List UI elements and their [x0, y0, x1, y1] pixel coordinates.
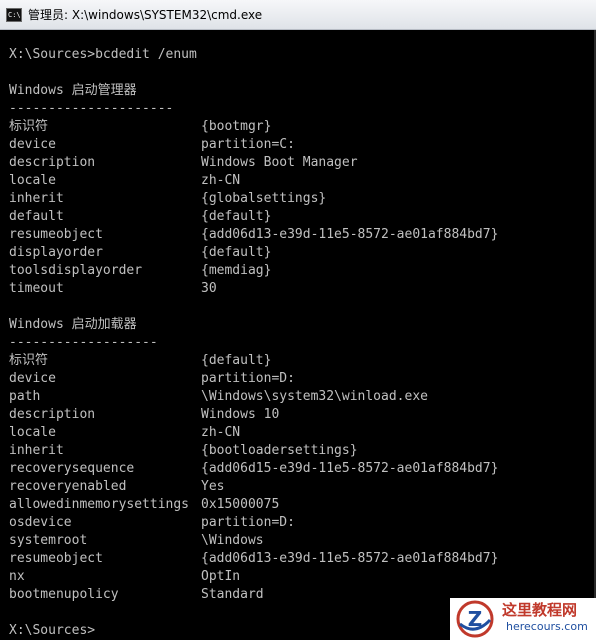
entry-key: recoveryenabled [9, 479, 127, 494]
cmd-icon: C:\ [6, 8, 22, 22]
bcd-entry-row: resumeobject {add06d13-e39d-11e5-8572-ae0… [9, 226, 498, 244]
entry-value: {default} [201, 353, 272, 368]
bcd-entry-row: osdevice partition=D: [9, 514, 295, 532]
entry-value: {add06d13-e39d-11e5-8572-ae01af884bd7} [201, 551, 499, 566]
entry-key: description [9, 155, 96, 170]
entry-key: path [9, 389, 41, 404]
watermark-logo-icon: Z [456, 600, 494, 638]
entry-key: resumeobject [9, 227, 103, 242]
command-line: X:\Sources>bcdedit /enum [9, 47, 197, 62]
entry-value: {bootmgr} [201, 119, 272, 134]
entry-value: {memdiag} [201, 263, 272, 278]
window-title: 管理员: X:\windows\SYSTEM32\cmd.exe [28, 8, 263, 22]
entry-key: bootmenupolicy [9, 587, 119, 602]
entry-key: recoverysequence [9, 461, 135, 476]
entry-key: allowedinmemorysettings [9, 497, 190, 512]
entry-value: partition=D: [201, 515, 295, 530]
entry-value: Windows Boot Manager [201, 155, 358, 170]
entry-key: default [9, 209, 64, 224]
entry-value: OptIn [201, 569, 241, 584]
entry-value: zh-CN [201, 173, 241, 188]
bcd-entry-row: inherit {bootloadersettings} [9, 442, 358, 460]
bcd-entry-row: inherit {globalsettings} [9, 190, 326, 208]
entry-value: 30 [201, 281, 217, 296]
console-output[interactable]: X:\Sources>bcdedit /enum Windows 启动管理器 -… [0, 30, 596, 640]
boot-loader-heading: Windows 启动加载器 [9, 317, 137, 332]
entry-value: {default} [201, 209, 272, 224]
boot-manager-heading: Windows 启动管理器 [9, 83, 137, 98]
bcd-entry-row: resumeobject {add06d13-e39d-11e5-8572-ae0… [9, 550, 498, 568]
bcd-entry-row: locale zh-CN [9, 424, 240, 442]
entry-value: {default} [201, 245, 272, 260]
watermark-url: herecours.com [506, 620, 588, 633]
entry-key: locale [9, 173, 56, 188]
entry-key: 标识符 [9, 119, 49, 134]
entry-value: {add06d15-e39d-11e5-8572-ae01af884bd7} [201, 461, 499, 476]
entry-key: locale [9, 425, 56, 440]
bcd-entry-row: path \Windows\system32\winload.exe [9, 388, 428, 406]
bcd-entry-row: 标识符 {bootmgr} [9, 118, 271, 136]
entry-key: inherit [9, 443, 64, 458]
bcd-entry-row: 标识符 {default} [9, 352, 271, 370]
bcd-entry-row: description Windows Boot Manager [9, 154, 358, 172]
bcd-entry-row: default {default} [9, 208, 271, 226]
entry-key: timeout [9, 281, 64, 296]
entry-key: toolsdisplayorder [9, 263, 143, 278]
entry-value: {globalsettings} [201, 191, 327, 206]
watermark: Z 这里教程网 herecours.com [450, 598, 596, 640]
entry-value: zh-CN [201, 425, 241, 440]
entry-value: 0x15000075 [201, 497, 280, 512]
entry-key: displayorder [9, 245, 103, 260]
entry-value: Standard [201, 587, 264, 602]
entry-key: osdevice [9, 515, 72, 530]
entry-key: 标识符 [9, 353, 49, 368]
bcd-entry-row: bootmenupolicy Standard [9, 586, 264, 604]
entry-value: partition=D: [201, 371, 295, 386]
watermark-logo-letter: Z [468, 607, 483, 631]
command-prompt[interactable]: X:\Sources> [9, 622, 95, 640]
title-bar[interactable]: C:\ 管理员: X:\windows\SYSTEM32\cmd.exe [0, 0, 596, 30]
bcd-entry-row: toolsdisplayorder {memdiag} [9, 262, 271, 280]
entry-value: {bootloadersettings} [201, 443, 358, 458]
bcd-entry-row: timeout 30 [9, 280, 217, 298]
entry-key: description [9, 407, 96, 422]
bcd-entry-row: displayorder {default} [9, 244, 271, 262]
entry-value: partition=C: [201, 137, 295, 152]
bcd-entry-row: device partition=C: [9, 136, 295, 154]
entry-key: device [9, 137, 56, 152]
entry-value: {add06d13-e39d-11e5-8572-ae01af884bd7} [201, 227, 499, 242]
entry-key: systemroot [9, 533, 88, 548]
entry-key: nx [9, 569, 25, 584]
entry-key: resumeobject [9, 551, 103, 566]
entry-key: inherit [9, 191, 64, 206]
bcd-entry-row: recoverysequence {add06d15-e39d-11e5-8572… [9, 460, 498, 478]
entry-key: device [9, 371, 56, 386]
bcd-entry-row: recoveryenabled Yes [9, 478, 224, 496]
boot-manager-separator: --------------------- [9, 101, 174, 116]
bcd-entry-row: nx OptIn [9, 568, 240, 586]
entry-value: Yes [201, 479, 225, 494]
bcd-entry-row: systemroot \Windows [9, 532, 264, 550]
entry-value: \Windows\system32\winload.exe [201, 389, 428, 404]
bcd-entry-row: locale zh-CN [9, 172, 240, 190]
entry-value: \Windows [201, 533, 264, 548]
bcd-entry-row: device partition=D: [9, 370, 295, 388]
watermark-title: 这里教程网 [502, 601, 578, 619]
entry-value: Windows 10 [201, 407, 280, 422]
bcd-entry-row: description Windows 10 [9, 406, 279, 424]
boot-loader-separator: ------------------- [9, 335, 158, 350]
bcd-entry-row: allowedinmemorysettings 0x15000075 [9, 496, 279, 514]
